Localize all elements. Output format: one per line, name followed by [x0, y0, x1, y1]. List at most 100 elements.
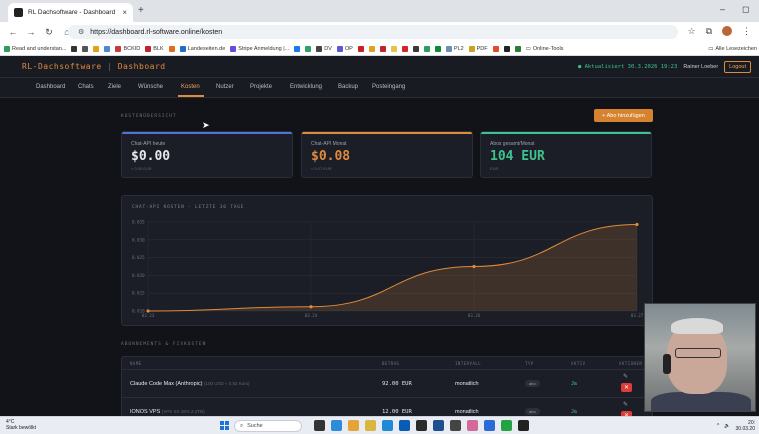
app-icon[interactable] — [382, 420, 393, 431]
bookmark-item[interactable] — [503, 45, 510, 52]
card-label: Abos gesamt/Monat — [490, 141, 535, 147]
whatsapp-icon[interactable] — [501, 420, 512, 431]
bookmark-item[interactable] — [305, 45, 312, 52]
folder-icon: ▭ — [525, 45, 531, 52]
explorer-icon[interactable] — [365, 420, 376, 431]
bookmark-item[interactable]: BCKID — [115, 45, 140, 52]
bookmark-item[interactable] — [168, 45, 175, 52]
reload-icon[interactable]: ↻ — [44, 27, 54, 38]
terminal-icon[interactable] — [416, 420, 427, 431]
nav-item-chats[interactable]: Chats — [78, 84, 94, 90]
tray-chevron-icon[interactable]: ^ — [717, 423, 719, 429]
brand-separator: | — [107, 62, 113, 71]
bookmark-item[interactable]: Stripe Anmeldung |... — [230, 45, 289, 52]
bookmark-favicon-icon — [336, 45, 343, 52]
bookmark-item[interactable]: BLK — [145, 45, 164, 52]
clock[interactable]: 20: 30.03.20 — [736, 420, 755, 432]
card-label: Chat-API heute — [131, 141, 166, 147]
nav-item-dashboard[interactable]: Dashboard — [36, 84, 65, 90]
column-header: NAME — [130, 361, 142, 366]
user-name: Rainer Loeber — [683, 64, 719, 70]
close-tab-icon[interactable]: × — [122, 8, 127, 17]
extensions-icon[interactable]: ⧉ — [706, 26, 712, 37]
url-field[interactable]: ⚙ https://dashboard.rl-software.online/k… — [68, 25, 678, 39]
add-subscription-button[interactable]: + Abo hinzufügen — [594, 109, 653, 122]
site-info-icon[interactable]: ⚙ — [78, 28, 84, 36]
bookmark-item[interactable]: PDF — [468, 45, 488, 52]
logout-button[interactable]: Logout — [724, 61, 751, 73]
windows-start-icon[interactable] — [220, 421, 229, 430]
brand-title[interactable]: RL-Dachsoftware | Dashboard — [22, 62, 166, 71]
nav-item-nutzer[interactable]: Nutzer — [216, 84, 234, 90]
task-view-icon[interactable] — [314, 420, 325, 431]
bookmark-item[interactable] — [492, 45, 499, 52]
nav-item-wuensche[interactable]: Wünsche — [138, 84, 163, 90]
nav-item-ziele[interactable]: Ziele — [108, 84, 121, 90]
bookmark-item[interactable] — [401, 45, 408, 52]
weather-widget[interactable]: 4°C Stark bewölkt — [6, 419, 36, 431]
bookmark-favicon-icon — [71, 45, 78, 52]
speaker-icon[interactable]: 🔈 — [724, 423, 730, 429]
nav-item-projekte[interactable]: Projekte — [250, 84, 272, 90]
subscription-name: Claude Code Max (Anthropic) — [130, 381, 203, 387]
app-icon[interactable] — [450, 420, 461, 431]
taskbar-search[interactable]: ⌕ Suche — [234, 420, 302, 432]
address-bar-row: ← → ↻ ⌂ ⚙ https://dashboard.rl-software.… — [0, 22, 759, 42]
bookmark-favicon-icon — [390, 45, 397, 52]
delete-button[interactable]: ✕ — [621, 383, 632, 392]
bookmark-item[interactable] — [82, 45, 89, 52]
bookmark-item[interactable] — [514, 45, 521, 52]
updated-status: ● Aktualisiert 30.3.2026 19:23 — [577, 64, 678, 70]
bookmark-folder[interactable]: ▭ Online-Tools — [526, 46, 564, 52]
app-icon[interactable] — [518, 420, 529, 431]
app-icon[interactable] — [467, 420, 478, 431]
data-point — [309, 305, 313, 309]
bookmark-item[interactable] — [93, 45, 100, 52]
bookmark-item[interactable] — [104, 45, 111, 52]
browser-tab[interactable]: RL Dachsoftware - Dashboard × — [8, 3, 133, 22]
bookmark-item[interactable] — [434, 45, 441, 52]
back-icon[interactable]: ← — [8, 27, 18, 37]
subscriptions-table: NAME BETRAG INTERVALL TYP AKTIV AKTIONEN… — [121, 356, 653, 416]
cost-chart-panel: CHAT-API KOSTEN - LETZTE 30 TAGE 0.035 0.… — [121, 195, 653, 326]
bookmark-item[interactable]: OP — [336, 45, 353, 52]
bookmark-item[interactable] — [412, 45, 419, 52]
app-icon[interactable] — [484, 420, 495, 431]
card-value: $0.08 — [311, 149, 351, 164]
bookmark-item[interactable]: Landeseiten.de — [179, 45, 225, 52]
bookmark-item[interactable]: PL2 — [445, 45, 464, 52]
new-tab-icon[interactable]: + — [138, 5, 144, 16]
profile-avatar[interactable] — [722, 26, 732, 36]
bookmark-item[interactable]: Read and understan... — [4, 45, 66, 52]
all-bookmarks[interactable]: ▭ Alle Lesezeichen — [708, 46, 759, 52]
nav-item-backup[interactable]: Backup — [338, 84, 358, 90]
series-area — [148, 224, 637, 311]
edge-icon[interactable] — [331, 420, 342, 431]
app-icon[interactable] — [433, 420, 444, 431]
menu-icon[interactable]: ⋮ — [742, 26, 751, 37]
bookmark-favicon-icon — [168, 45, 175, 52]
clock-date: 30.03.20 — [735, 426, 755, 432]
maximize-icon[interactable]: ◻ — [742, 4, 749, 15]
bookmark-item[interactable] — [379, 45, 386, 52]
bookmark-item[interactable] — [423, 45, 430, 52]
store-icon[interactable] — [399, 420, 410, 431]
bookmark-favicon-icon — [468, 45, 475, 52]
nav-item-posteingang[interactable]: Posteingang — [372, 84, 405, 90]
bookmark-item[interactable]: DV — [316, 45, 332, 52]
minimize-icon[interactable]: – — [720, 4, 725, 14]
bookmark-item[interactable] — [294, 45, 301, 52]
bookmark-star-icon[interactable]: ☆ — [687, 26, 695, 37]
nav-item-kosten[interactable]: Kosten — [181, 84, 200, 90]
bookmark-item[interactable] — [71, 45, 78, 52]
bookmark-item[interactable] — [368, 45, 375, 52]
brand-name: RL-Dachsoftware — [22, 62, 102, 71]
edit-icon[interactable]: ✎ — [623, 401, 628, 408]
bookmark-item[interactable] — [390, 45, 397, 52]
bookmark-item[interactable] — [357, 45, 364, 52]
chrome-icon[interactable] — [348, 420, 359, 431]
nav-item-entwicklung[interactable]: Entwicklung — [290, 84, 322, 90]
url-text: https://dashboard.rl-software.online/kos… — [90, 28, 223, 36]
edit-icon[interactable]: ✎ — [623, 373, 628, 380]
forward-icon[interactable]: → — [26, 27, 36, 37]
